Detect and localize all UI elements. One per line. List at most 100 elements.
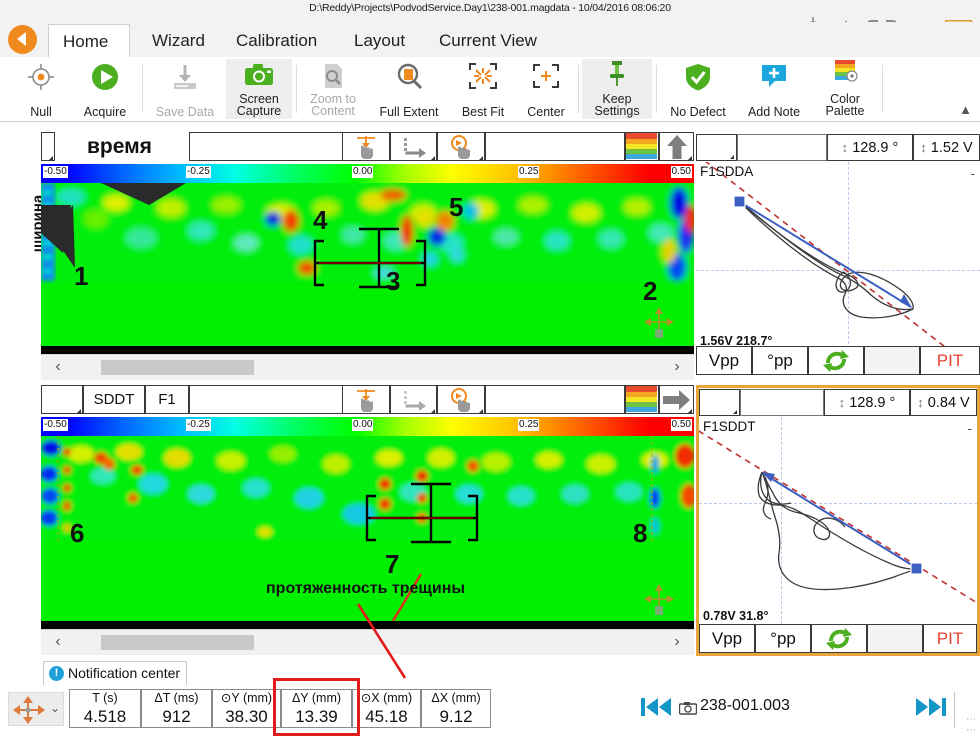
scroll-thumb[interactable] <box>101 635 254 650</box>
chevron-right-icon[interactable]: › <box>668 358 686 376</box>
measure-header: ⊙X (mm) <box>360 691 413 705</box>
hand-stretch-icon[interactable] <box>342 385 390 414</box>
cscan-bottom-spacer-cell[interactable] <box>485 385 625 414</box>
impedance-top-blank-cell[interactable] <box>737 134 827 161</box>
screen-capture-label: Screen Capture <box>236 92 282 118</box>
vpp-button[interactable]: Vpp <box>699 624 755 653</box>
magnifier-hand-icon[interactable] <box>437 385 485 414</box>
cscan-bottom-frequency-select[interactable]: F1 <box>145 385 189 414</box>
no-defect-button[interactable]: No Defect <box>660 59 736 119</box>
impedance-top-menu-cell[interactable] <box>696 134 737 161</box>
acquire-button[interactable]: Acquire <box>72 59 138 119</box>
measure-value: 45.18 <box>365 707 408 726</box>
skip-forward-icon[interactable] <box>915 695 947 724</box>
center-button[interactable]: Center <box>516 59 576 119</box>
refresh-button[interactable] <box>811 624 867 653</box>
gain-value: 1.52 V <box>930 140 973 156</box>
cscan-top-panel: время -0.50 -0.25 0.00 0.25 0.50 1 4 3 5… <box>41 131 694 380</box>
cscan-bottom-menu-cell[interactable] <box>41 385 83 414</box>
right-arrow-icon[interactable] <box>659 385 694 414</box>
skip-back-icon[interactable] <box>640 695 672 724</box>
cscan-top-spacer-cell[interactable] <box>485 132 625 161</box>
null-button[interactable]: Null <box>14 59 68 119</box>
measure-value: 912 <box>162 707 191 726</box>
degpp-button[interactable]: °pp <box>752 346 808 375</box>
refresh-button[interactable] <box>808 346 864 375</box>
ribbon-tab-strip: Home Wizard Calibration Layout Current V… <box>0 22 980 57</box>
keep-settings-label: Keep Settings <box>594 92 640 118</box>
keep-settings-button[interactable]: Keep Settings <box>582 59 652 119</box>
colorbar-tick-4: 0.50 <box>670 419 692 431</box>
resize-grip-icon[interactable]: ⋯ ⋯ <box>966 714 977 736</box>
screen-capture-button[interactable]: Screen Capture <box>226 59 292 119</box>
impedance-bottom-header: ↕ 128.9 ° ↕ 0.84 V <box>699 388 977 417</box>
pan-nav-control[interactable]: ⌄ <box>8 692 64 726</box>
full-extent-button[interactable]: Full Extent <box>368 59 450 119</box>
center-label: Center <box>527 105 565 119</box>
chevron-down-icon[interactable]: ⌄ <box>50 701 60 715</box>
scroll-thumb[interactable] <box>101 360 254 375</box>
add-note-label: Add Note <box>747 105 801 119</box>
magnifier-hand-icon[interactable] <box>437 132 485 161</box>
chevron-up-icon[interactable]: ▲ <box>959 102 972 117</box>
degpp-button[interactable]: °pp <box>755 624 811 653</box>
colorbar-tick-4: 0.50 <box>670 166 692 178</box>
colorbar-tick-3: 0.25 <box>518 166 540 178</box>
palette-swatch-icon[interactable] <box>625 132 659 161</box>
impedance-top-gain[interactable]: ↕ 1.52 V <box>913 134 980 161</box>
dy-highlight-box <box>273 678 360 736</box>
impedance-bottom-footer: Vpp °pp PIT <box>699 624 977 654</box>
measure-header: T (s) <box>92 691 118 705</box>
back-button[interactable] <box>8 25 37 54</box>
tab-wizard[interactable]: Wizard <box>138 24 219 57</box>
pit-button[interactable]: PIT <box>920 346 980 375</box>
cscan-bottom-image[interactable]: 6 7 8 протяженность трещины <box>41 436 694 621</box>
ribbon-toolbar: Null Acquire Save Data Screen Capture Zo… <box>0 57 980 122</box>
tab-layout[interactable]: Layout <box>340 24 419 57</box>
color-palette-button[interactable]: Color Palette <box>812 59 878 119</box>
impedance-bottom-plot[interactable]: F1SDDT - 0.78V 31.8° <box>699 417 977 624</box>
cscan-top-hscrollbar[interactable]: ‹ › <box>41 354 694 380</box>
cscan-top-marker-4: 4 <box>313 205 328 235</box>
chevron-right-icon[interactable]: › <box>668 633 686 651</box>
notification-center-label: Notification center <box>68 665 181 681</box>
cscan-bottom-channel-select[interactable]: SDDT <box>83 385 145 414</box>
hand-stretch-icon[interactable] <box>342 132 390 161</box>
best-fit-button[interactable]: Best Fit <box>452 59 514 119</box>
pit-button[interactable]: PIT <box>923 624 977 653</box>
add-note-button[interactable]: Add Note <box>738 59 810 119</box>
measure-cell-dx: ΔX (mm) 9.12 <box>421 689 491 728</box>
cscan-bottom-blank-cell[interactable] <box>189 385 342 414</box>
impedance-bottom-label: F1SDDT <box>703 419 756 434</box>
center-crosshair-icon <box>531 62 561 92</box>
cscan-top-menu-cell[interactable] <box>41 132 55 161</box>
zoom-to-content-button: Zoom to Content <box>300 59 366 119</box>
notification-center-button[interactable]: ! Notification center <box>43 661 188 685</box>
impedance-bottom-gain[interactable]: ↕ 0.84 V <box>910 389 977 416</box>
chevron-left-icon[interactable]: ‹ <box>49 358 67 376</box>
impedance-top-rotation[interactable]: ↕ 128.9 ° <box>827 134 913 161</box>
step-arrow-icon[interactable] <box>390 132 437 161</box>
palette-swatch-icon[interactable] <box>625 385 659 414</box>
impedance-bottom-blank-cell[interactable] <box>740 389 824 416</box>
camera-icon <box>244 62 274 92</box>
impedance-bottom-menu-cell[interactable] <box>699 389 740 416</box>
blank-cell[interactable] <box>864 346 920 375</box>
cscan-bottom-hscrollbar[interactable]: ‹ › <box>41 629 694 655</box>
up-arrow-icon[interactable] <box>659 132 694 161</box>
impedance-bottom-rotation[interactable]: ↕ 128.9 ° <box>824 389 910 416</box>
tab-home[interactable]: Home <box>48 24 130 57</box>
tab-current-view[interactable]: Current View <box>425 24 551 57</box>
gain-value: 0.84 V <box>927 395 970 411</box>
cscan-top-image[interactable]: 1 4 3 5 2 <box>41 183 694 346</box>
chevron-left-icon[interactable]: ‹ <box>49 633 67 651</box>
vpp-button[interactable]: Vpp <box>696 346 752 375</box>
cscan-top-marker-3: 3 <box>386 266 401 296</box>
tab-calibration[interactable]: Calibration <box>222 24 331 57</box>
step-arrow-icon[interactable] <box>390 385 437 414</box>
impedance-top-plot[interactable]: F1SDDA - 1.56V 218.7° <box>696 162 980 349</box>
colorbar-tick-3: 0.25 <box>518 419 540 431</box>
impedance-bottom-readout: 0.78V 31.8° <box>703 609 769 623</box>
impedance-top-label: F1SDDA <box>700 164 754 179</box>
blank-cell[interactable] <box>867 624 923 653</box>
